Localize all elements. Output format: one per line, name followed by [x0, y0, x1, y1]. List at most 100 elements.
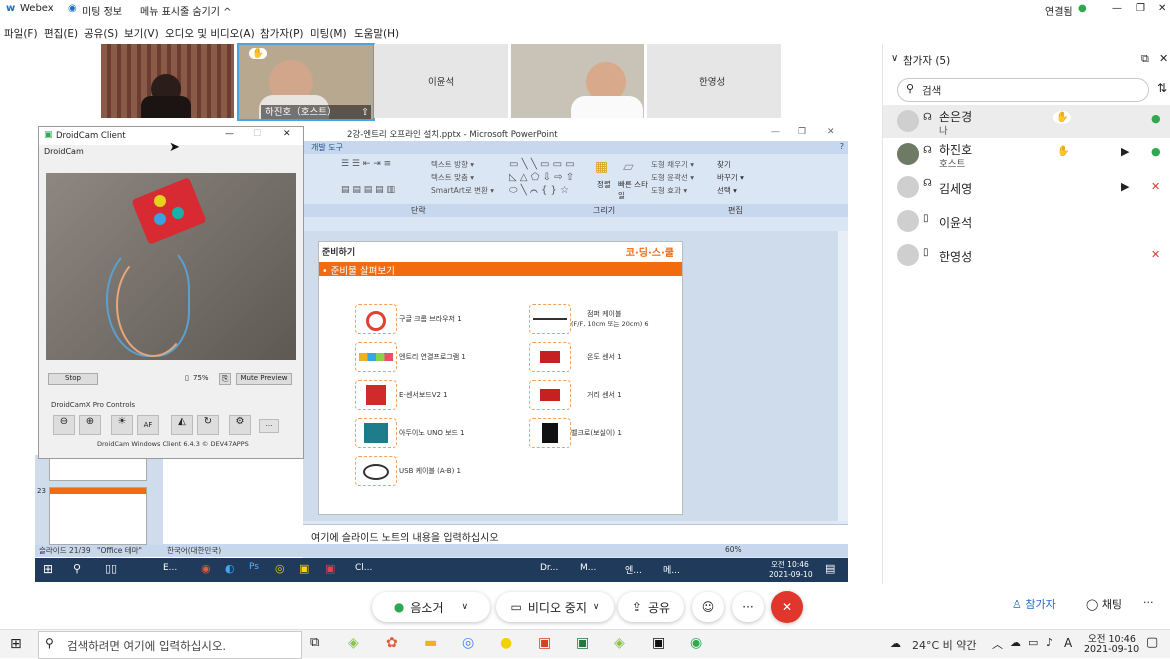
search-input[interactable]: ⚲ 검색	[897, 78, 1149, 102]
end-meeting-button[interactable]: ✕	[771, 591, 803, 623]
tray-chevron-icon[interactable]: ︿	[992, 636, 1003, 652]
meeting-info-button[interactable]: 미팅 정보	[82, 3, 122, 18]
chevron-down-icon[interactable]: ∨	[593, 602, 600, 612]
taskview-icon[interactable]: ⧉	[310, 635, 319, 650]
panel-more-button[interactable]: ···	[1143, 596, 1154, 609]
video-tile-5[interactable]: 한영성	[647, 44, 781, 118]
stop-video-button[interactable]: ▭ 비디오 중지 ∨	[496, 592, 614, 622]
shapes-gallery-icon[interactable]: ▭ ╲ ╲ ▭ ▭ ▭	[509, 159, 575, 170]
mirror-icon[interactable]: ◭	[171, 415, 193, 435]
mic-muted-icon[interactable]: ✕	[1151, 180, 1160, 193]
hand-raise-icon[interactable]: ✋	[1053, 111, 1072, 124]
menu-view[interactable]: 보기(V)	[124, 26, 159, 41]
popout-icon[interactable]: ⧉	[1141, 52, 1149, 66]
taskbar-app-icon-4[interactable]: ◉	[690, 635, 702, 651]
tab-developer[interactable]: 개발 도구	[311, 142, 343, 153]
windows-start-icon[interactable]: ⊞	[10, 636, 22, 652]
list-icon[interactable]: ☰ ☰ ⇤ ⇥ ≡	[341, 159, 391, 169]
shapes-gallery-icon-2[interactable]: ◺ △ ⬠ ⇩ ⇨ ⇧	[509, 172, 574, 183]
quick-style-button[interactable]: 빠른 스타일	[618, 179, 648, 201]
replace-button[interactable]: 바꾸기 ▾	[717, 172, 744, 183]
mute-button[interactable]: ● 음소거 ∨	[372, 592, 490, 622]
edge-icon[interactable]: ◐	[225, 562, 235, 575]
shape-effect-button[interactable]: 도형 효과 ▾	[651, 185, 687, 196]
ppt-restore-button[interactable]: ❐	[798, 127, 806, 137]
droidcam-close-button[interactable]: ✕	[283, 129, 291, 139]
collapse-chevron-icon[interactable]: ∨	[891, 53, 898, 64]
taskbar-app[interactable]: 엔...	[625, 563, 642, 576]
smartart-button[interactable]: SmartArt로 변환 ▾	[431, 185, 494, 196]
notes-pane[interactable]: 여기에 슬라이드 노트의 내용을 입력하십시오	[303, 524, 848, 545]
shape-fill-button[interactable]: 도형 채우기 ▾	[651, 159, 694, 170]
powerpoint-icon[interactable]: ▣	[538, 635, 551, 651]
slide[interactable]: 준비하기 코·딩·스·쿨 • 준비물 살펴보기 구글 크롬 브라우저 1 엔트리…	[318, 241, 683, 515]
taskview-icon[interactable]: ▯▯	[105, 562, 117, 575]
menu-edit[interactable]: 편집(E)	[44, 26, 78, 41]
video-tile-4[interactable]	[511, 44, 644, 118]
participant-row[interactable]: ☊ 김세영 ▶ ✕	[883, 171, 1170, 204]
slide-scrollbar[interactable]	[838, 231, 848, 521]
mute-preview-button[interactable]: Mute Preview	[236, 373, 292, 385]
menu-meeting[interactable]: 미팅(M)	[310, 26, 347, 41]
droidcam-maximize-button[interactable]: ☐	[253, 129, 261, 139]
more-options-button[interactable]: ...	[259, 419, 279, 433]
screenshot-icon[interactable]: ⎘	[219, 373, 232, 385]
restore-button[interactable]: ❐	[1136, 3, 1145, 14]
menu-share[interactable]: 공유(S)	[84, 26, 118, 41]
reactions-button[interactable]: ☺	[692, 592, 724, 622]
video-tile-3[interactable]: 이윤석	[374, 44, 508, 118]
help-icon[interactable]: ?	[840, 142, 844, 151]
search-icon[interactable]: ⚲	[73, 562, 81, 575]
input-language[interactable]: A	[1064, 636, 1072, 650]
arrange-icon[interactable]: ▦	[595, 159, 608, 175]
zoom-level[interactable]: 60%	[725, 545, 742, 554]
slide-thumbnail[interactable]	[49, 487, 147, 545]
windows-start-icon[interactable]: ⊞	[43, 562, 53, 576]
sort-icon[interactable]: ⇅	[1157, 81, 1167, 95]
participant-row[interactable]: ▯ 한영성 ✕	[883, 239, 1170, 272]
photoshop-icon[interactable]: Ps	[249, 562, 259, 572]
taskbar-app-icon-3[interactable]: ◈	[614, 635, 625, 651]
stop-button[interactable]: Stop	[48, 373, 98, 385]
taskbar-app[interactable]: E...	[163, 563, 177, 573]
chevron-down-icon[interactable]: ∨	[462, 602, 469, 612]
mic-on-icon[interactable]: ●	[1151, 112, 1161, 125]
hide-menu-button[interactable]: 메뉴 표시줄 숨기기 ^	[140, 3, 232, 18]
shapes-gallery-icon-3[interactable]: ⬭ ╲ ⌒ { } ☆	[509, 185, 569, 196]
menu-audio-video[interactable]: 오디오 및 비디오(A)	[165, 26, 255, 41]
taskbar-app[interactable]: Dr...	[540, 563, 558, 573]
mic-muted-icon[interactable]: ✕	[1151, 248, 1160, 261]
menu-file[interactable]: 파일(F)	[4, 26, 38, 41]
video-tile-1[interactable]	[101, 44, 234, 118]
taskbar-app-icon-2[interactable]: ✿	[386, 635, 398, 651]
droidcam-menu[interactable]: DroidCam	[44, 147, 84, 156]
more-options-button[interactable]: ···	[732, 592, 764, 622]
slide-thumbnails[interactable]: 23	[35, 455, 163, 545]
menu-help[interactable]: 도움말(H)	[354, 26, 399, 41]
ppt-close-button[interactable]: ✕	[827, 127, 835, 137]
webex-icon[interactable]: ▣	[652, 635, 665, 651]
participants-toggle-button[interactable]: ♙ 참가자	[1012, 596, 1056, 612]
find-button[interactable]: 찾기	[717, 159, 731, 170]
taskbar-app-icon-2[interactable]: ▣	[325, 562, 335, 575]
taskbar-app-icon[interactable]: ◉	[201, 562, 211, 575]
notification-icon[interactable]: ▤	[825, 562, 835, 575]
zoom-out-icon[interactable]: ⊖	[53, 415, 75, 435]
select-button[interactable]: 선택 ▾	[717, 185, 737, 196]
quick-style-icon[interactable]: ▱	[623, 159, 634, 175]
volume-icon[interactable]: ♪	[1046, 636, 1053, 649]
settings-icon[interactable]: ⚙	[229, 415, 251, 435]
weather-text[interactable]: 24°C 비 약간	[912, 637, 977, 653]
arrange-button[interactable]: 정렬	[597, 179, 611, 190]
taskbar-search-input[interactable]: ⚲ 검색하려면 여기에 입력하십시오.	[38, 631, 302, 659]
taskbar-app[interactable]: 메...	[663, 563, 680, 576]
brightness-icon[interactable]: ☀	[111, 415, 133, 435]
zoom-in-icon[interactable]: ⊕	[79, 415, 101, 435]
file-explorer-icon[interactable]: ▬	[424, 635, 437, 651]
kakaotalk-icon[interactable]: ●	[500, 635, 512, 651]
align-icon[interactable]: ▤ ▤ ▤ ▤ ▥	[341, 185, 395, 195]
participant-row[interactable]: ☊ 손은경 나 ✋ ●	[883, 105, 1170, 138]
menu-participants[interactable]: 참가자(P)	[260, 26, 304, 41]
rotate-icon[interactable]: ↻	[197, 415, 219, 435]
participant-row[interactable]: ▯ 이윤석	[883, 205, 1170, 238]
